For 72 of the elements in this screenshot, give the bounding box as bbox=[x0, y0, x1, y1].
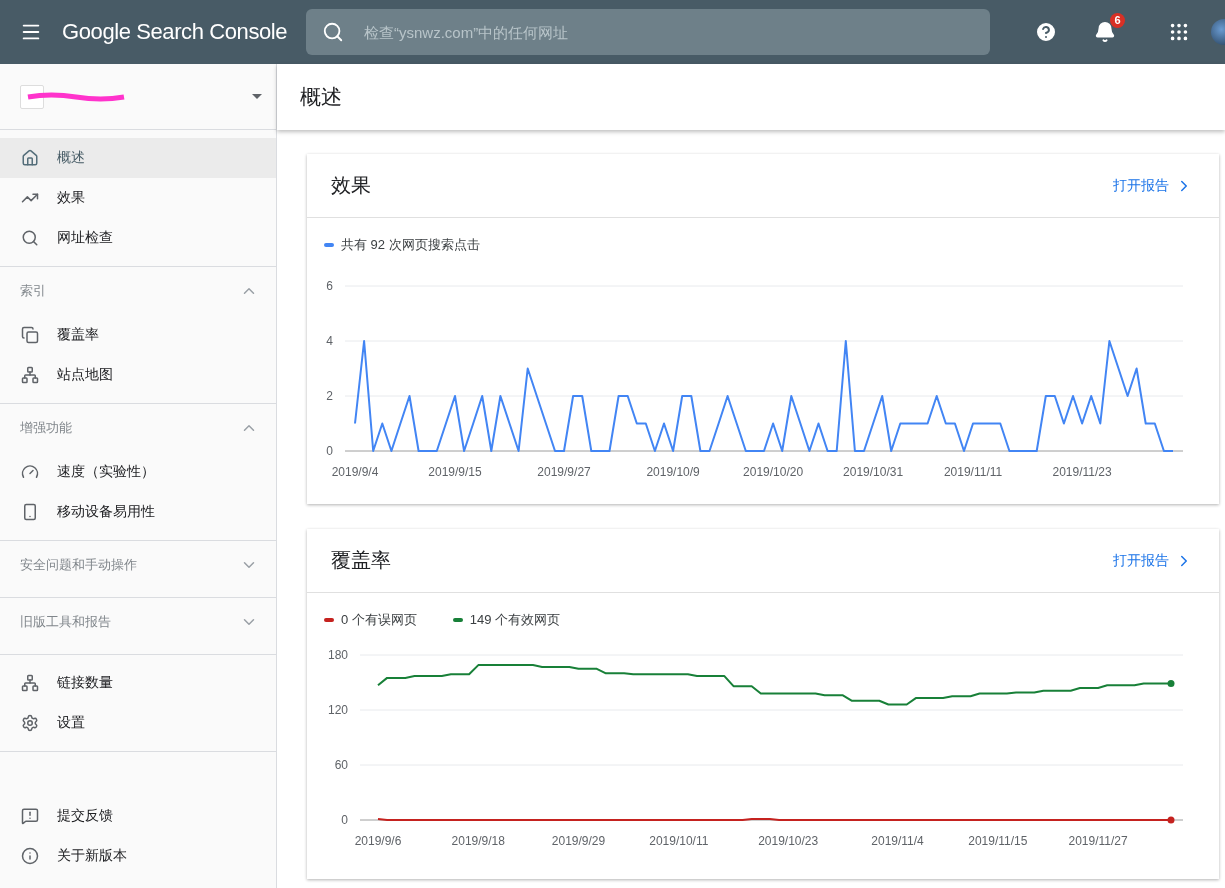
axis-label: 2019/11/15 bbox=[968, 834, 1028, 848]
dropdown-icon[interactable] bbox=[252, 94, 262, 99]
nav-item[interactable]: 效果 bbox=[0, 178, 276, 218]
end-point bbox=[1167, 816, 1175, 824]
info-icon bbox=[21, 847, 39, 865]
search-icon bbox=[322, 21, 344, 43]
nav-item[interactable]: 速度（实验性） bbox=[0, 452, 276, 492]
axis-label: 180 bbox=[327, 648, 348, 662]
section-title: 旧版工具和报告 bbox=[20, 613, 111, 631]
axis-label: 2019/9/18 bbox=[451, 834, 505, 848]
nav-item[interactable]: 概述 bbox=[0, 138, 276, 178]
axis-label: 2019/11/4 bbox=[871, 834, 924, 848]
nav-item[interactable]: 网址检查 bbox=[0, 218, 276, 258]
search-icon bbox=[21, 229, 39, 247]
card-title: 覆盖率 bbox=[331, 548, 391, 573]
section-title: 安全问题和手动操作 bbox=[20, 556, 137, 574]
legend-item: 共有 92 次网页搜索点击 bbox=[324, 236, 480, 254]
axis-label: 2019/10/31 bbox=[843, 465, 904, 479]
section-title: 增强功能 bbox=[20, 419, 72, 437]
hierarchy-icon bbox=[21, 674, 39, 692]
settings-icon bbox=[21, 714, 39, 732]
section-header[interactable]: 旧版工具和报告 bbox=[0, 598, 276, 646]
open-report-link[interactable]: 打开报告 bbox=[1113, 176, 1193, 195]
open-report-link[interactable]: 打开报告 bbox=[1113, 551, 1193, 570]
nav-item[interactable]: 链接数量 bbox=[0, 663, 276, 703]
axis-label: 2019/9/4 bbox=[331, 465, 379, 479]
section-header[interactable]: 索引 bbox=[0, 267, 276, 315]
apps-icon[interactable] bbox=[1168, 21, 1190, 43]
nav-item[interactable]: 设置 bbox=[0, 703, 276, 743]
axis-label: 2019/10/20 bbox=[743, 465, 804, 479]
axis-label: 2019/9/15 bbox=[428, 465, 482, 479]
axis-label: 2019/10/23 bbox=[758, 834, 819, 848]
axis-label: 4 bbox=[326, 334, 333, 348]
axis-label: 2019/11/27 bbox=[1068, 834, 1128, 848]
nav-item[interactable]: 关于新版本 bbox=[0, 836, 276, 876]
phone-icon bbox=[21, 503, 39, 521]
axis-label: 0 bbox=[341, 813, 348, 827]
section-header[interactable]: 增强功能 bbox=[0, 404, 276, 452]
search-field[interactable]: 检查“ysnwz.com”中的任何网址 bbox=[306, 9, 990, 55]
axis-label: 2019/11/11 bbox=[943, 465, 1003, 479]
section-title: 索引 bbox=[20, 282, 46, 300]
section-header[interactable]: 安全问题和手动操作 bbox=[0, 541, 276, 589]
nav-item[interactable]: 提交反馈 bbox=[0, 796, 276, 836]
page-title: 概述 bbox=[300, 84, 342, 110]
bell-icon[interactable] bbox=[1094, 21, 1116, 43]
sitemap-icon bbox=[21, 366, 39, 384]
card-title: 效果 bbox=[331, 173, 371, 198]
axis-label: 6 bbox=[326, 279, 333, 293]
product-logo[interactable]: Google Search Console bbox=[62, 19, 306, 45]
axis-label: 2019/9/29 bbox=[551, 834, 606, 848]
axis-label: 2019/10/9 bbox=[646, 465, 700, 479]
help-icon[interactable] bbox=[1034, 20, 1058, 44]
end-point bbox=[1167, 679, 1175, 687]
axis-label: 2019/11/23 bbox=[1052, 465, 1112, 479]
nav-item[interactable]: 站点地图 bbox=[0, 355, 276, 395]
legend-item: 0 个有误网页 bbox=[324, 611, 417, 629]
legend-item: 149 个有效网页 bbox=[452, 611, 561, 629]
axis-label: 120 bbox=[327, 703, 348, 717]
nav-item[interactable]: 覆盖率 bbox=[0, 315, 276, 355]
axis-label: 2 bbox=[326, 389, 333, 403]
feedback-icon bbox=[21, 807, 39, 825]
axis-label: 2019/9/6 bbox=[354, 834, 402, 848]
nav-item[interactable]: 移动设备易用性 bbox=[0, 492, 276, 532]
gauge-icon bbox=[21, 463, 39, 481]
axis-label: 2019/9/27 bbox=[537, 465, 591, 479]
notification-badge: 6 bbox=[1110, 13, 1125, 28]
axis-label: 60 bbox=[334, 758, 348, 772]
home-icon bbox=[21, 149, 39, 167]
axis-label: 0 bbox=[326, 444, 333, 458]
pages-icon bbox=[21, 326, 39, 344]
search-input[interactable]: 检查“ysnwz.com”中的任何网址 bbox=[362, 22, 974, 42]
axis-label: 2019/10/11 bbox=[649, 834, 709, 848]
